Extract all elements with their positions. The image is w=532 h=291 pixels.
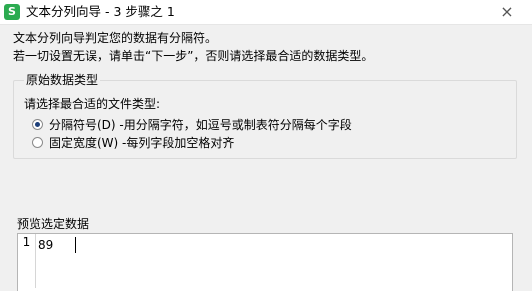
file-type-prompt: 请选择最合适的文件类型: — [24, 97, 161, 111]
app-icon: S — [4, 4, 20, 20]
radio-delimited-label[interactable]: 分隔符号(D) -用分隔字符，如逗号或制表符分隔每个字段 — [49, 117, 352, 133]
title-bar: S 文本分列向导 - 3 步骤之 1 × — [0, 0, 532, 25]
radio-fixed-width-icon[interactable] — [32, 137, 43, 148]
intro-line-2: 若一切设置无误，请单击“下一步”，否则请选择最合适的数据类型。 — [13, 49, 374, 63]
row-number: 1 — [18, 234, 36, 288]
intro-line-1: 文本分列向导判定您的数据有分隔符。 — [13, 31, 218, 45]
radio-delimited-icon[interactable] — [32, 119, 43, 130]
data-type-group: 原始数据类型 请选择最合适的文件类型: 分隔符号(D) -用分隔字符，如逗号或制… — [13, 72, 517, 159]
text-caret — [75, 237, 76, 253]
preview-cell-value: 89 — [38, 238, 54, 252]
intro-text: 文本分列向导判定您的数据有分隔符。 若一切设置无误，请单击“下一步”，否则请选择… — [13, 29, 373, 65]
radio-fixed-width-label[interactable]: 固定宽度(W) -每列字段加空格对齐 — [49, 135, 234, 151]
group-legend: 原始数据类型 — [24, 72, 101, 88]
preview-box[interactable]: 1 89 — [17, 233, 513, 291]
preview-label: 预览选定数据 — [17, 217, 90, 231]
close-button[interactable]: × — [497, 2, 517, 22]
window-title: 文本分列向导 - 3 步骤之 1 — [26, 4, 175, 19]
